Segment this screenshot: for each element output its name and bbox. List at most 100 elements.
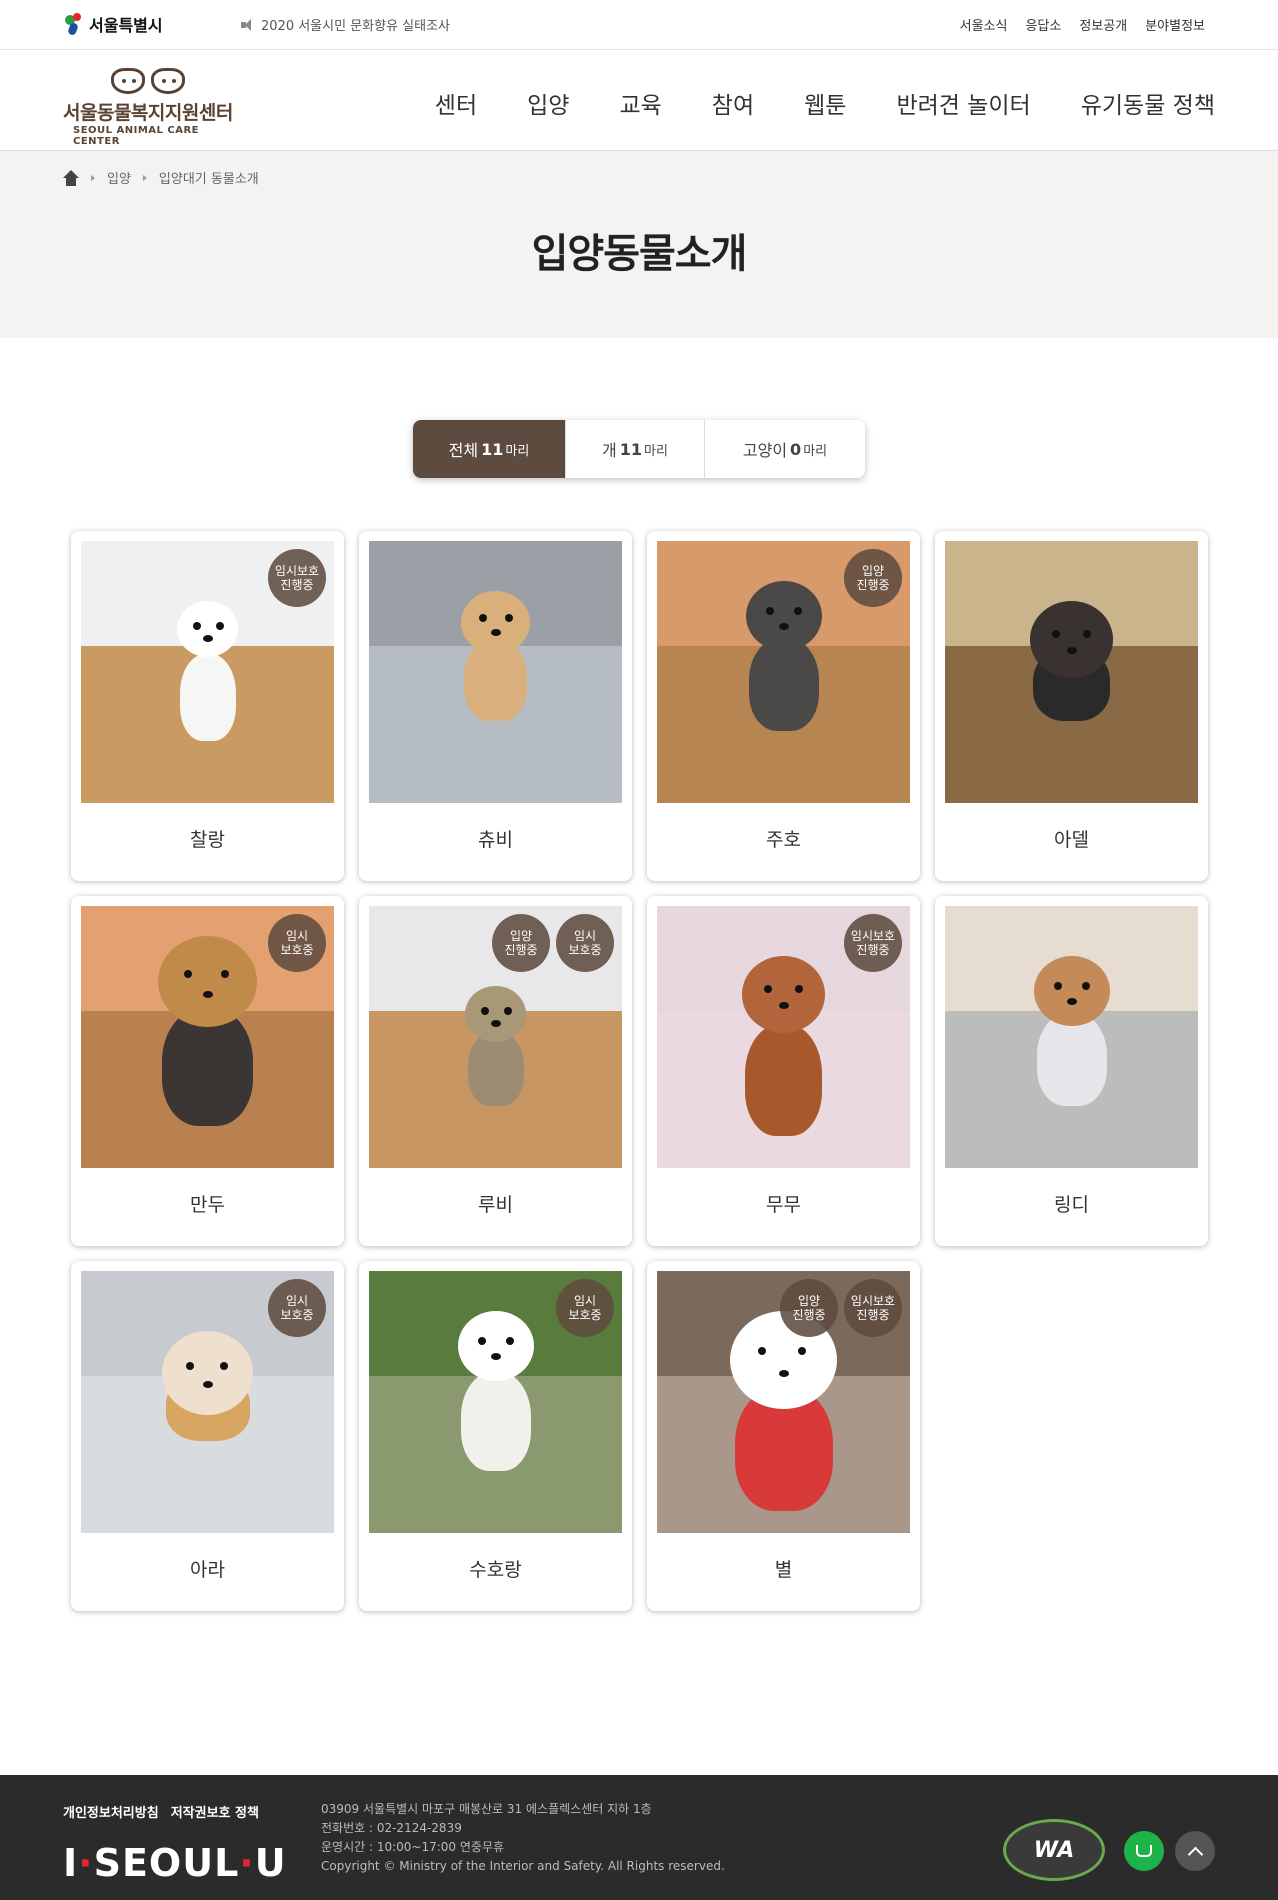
speaker-icon: [241, 18, 255, 31]
animal-name[interactable]: 츄비: [369, 825, 622, 852]
scroll-top-button[interactable]: [1175, 1831, 1215, 1871]
animal-card[interactable]: 임시 보호중수호랑: [359, 1261, 632, 1611]
tab-all[interactable]: 전체 11 마리: [413, 420, 566, 478]
animal-card[interactable]: 아델: [935, 531, 1208, 881]
footer-phone: 전화번호 : 02-2124-2839: [321, 1821, 462, 1835]
nav-dog-park[interactable]: 반려견 놀이터: [896, 86, 1030, 120]
animal-figure: [729, 956, 839, 1136]
animal-figure: [734, 581, 834, 731]
seoul-logo-text: 서울특별시: [89, 16, 163, 35]
tab-label: 개: [602, 441, 617, 460]
tab-unit: 마리: [803, 443, 828, 459]
animal-name[interactable]: 만두: [81, 1190, 334, 1217]
status-badges: 임시보호 진행중: [268, 549, 326, 607]
logo-eng: SEOUL ANIMAL CARE CENTER: [73, 125, 199, 147]
animal-photo[interactable]: [945, 906, 1198, 1168]
seoul-logo-icon: [63, 13, 85, 37]
status-badges: 입양 진행중 임시보호 진행중: [780, 1279, 902, 1337]
animal-card[interactable]: 임시보호 진행중찰랑: [71, 531, 344, 881]
animal-card[interactable]: 츄비: [359, 531, 632, 881]
status-badge: 임시보호 진행중: [268, 549, 326, 607]
animal-figure: [714, 1311, 854, 1511]
status-badge: 임시보호 진행중: [844, 914, 902, 972]
breadcrumb-arrow-icon: [91, 174, 95, 181]
animal-card[interactable]: 입양 진행중 임시보호 진행중별: [647, 1261, 920, 1611]
page-title-section: 입양 입양대기 동물소개 입양동물소개: [0, 151, 1278, 338]
logo-animals-icon: [111, 68, 243, 96]
nav-adoption[interactable]: 입양: [527, 86, 569, 120]
animal-name[interactable]: 아델: [945, 825, 1198, 852]
animal-card[interactable]: 임시 보호중만두: [71, 896, 344, 1246]
tab-label: 전체: [448, 441, 479, 460]
animal-figure: [1022, 956, 1122, 1106]
status-badge: 입양 진행중: [780, 1279, 838, 1337]
animal-name[interactable]: 루비: [369, 1190, 622, 1217]
tab-dog[interactable]: 개 11 마리: [566, 420, 705, 478]
logo-name: 서울동물복지지원센터: [63, 102, 233, 124]
seoul-logo[interactable]: 서울특별시: [63, 12, 163, 37]
animal-name[interactable]: 아라: [81, 1555, 334, 1582]
animal-photo[interactable]: 임시 보호중: [81, 906, 334, 1168]
animal-photo[interactable]: [945, 541, 1198, 803]
status-badges: 임시 보호중: [556, 1279, 614, 1337]
animal-card[interactable]: 입양 진행중주호: [647, 531, 920, 881]
status-badges: 입양 진행중 임시 보호중: [492, 914, 614, 972]
footer-info: 03909 서울특별시 마포구 매봉산로 31 에스플렉스센터 지하 1층 전화…: [321, 1800, 725, 1876]
animal-photo[interactable]: [369, 541, 622, 803]
utility-links: 서울소식 응답소 정보공개 분야별정보: [960, 15, 1205, 34]
animal-name[interactable]: 수호랑: [369, 1555, 622, 1582]
footer-hours: 운영시간 : 10:00~17:00 연중무휴: [321, 1840, 505, 1854]
main-nav: 센터 입양 교육 참여 웹툰 반려견 놀이터 유기동물 정책: [435, 86, 1215, 120]
animal-photo[interactable]: 입양 진행중 임시보호 진행중: [657, 1271, 910, 1533]
util-link-news[interactable]: 서울소식: [960, 15, 1008, 34]
animal-figure: [451, 591, 541, 721]
copyright-policy-link[interactable]: 저작권보호 정책: [171, 1802, 259, 1821]
center-logo[interactable]: 서울동물복지지원센터 SEOUL ANIMAL CARE CENTER: [63, 68, 243, 147]
animal-photo[interactable]: 임시 보호중: [81, 1271, 334, 1533]
nav-webtoon[interactable]: 웹툰: [804, 86, 846, 120]
animal-photo[interactable]: 임시 보호중: [369, 1271, 622, 1533]
status-badge: 임시 보호중: [268, 1279, 326, 1337]
animal-name[interactable]: 링디: [945, 1190, 1198, 1217]
notice-text: 2020 서울시민 문화향유 실태조사: [261, 19, 451, 34]
animal-name[interactable]: 주호: [657, 825, 910, 852]
site-footer: 개인정보처리방침 저작권보호 정책 I·SEOUL·U 03909 서울특별시 …: [0, 1775, 1278, 1900]
status-badges: 임시 보호중: [268, 914, 326, 972]
brand-seoul: SEOUL: [93, 1841, 240, 1885]
web-accessibility-mark[interactable]: WA: [1003, 1819, 1105, 1881]
breadcrumb-current[interactable]: 입양대기 동물소개: [159, 168, 259, 187]
status-badges: 입양 진행중: [844, 549, 902, 607]
animal-card[interactable]: 입양 진행중 임시 보호중루비: [359, 896, 632, 1246]
animal-card[interactable]: 임시보호 진행중무무: [647, 896, 920, 1246]
status-badge: 임시보호 진행중: [844, 1279, 902, 1337]
notice[interactable]: 2020 서울시민 문화향유 실태조사: [241, 15, 450, 34]
animal-name[interactable]: 무무: [657, 1190, 910, 1217]
nav-participation[interactable]: 참여: [712, 86, 754, 120]
home-icon[interactable]: [63, 169, 79, 186]
nav-center[interactable]: 센터: [435, 86, 477, 120]
cup-icon[interactable]: [1124, 1831, 1164, 1871]
animal-filter-tabs: 전체 11 마리 개 11 마리 고양이 0 마리: [413, 420, 865, 478]
animal-name[interactable]: 찰랑: [81, 825, 334, 852]
util-link-fields[interactable]: 분야별정보: [1145, 15, 1205, 34]
animal-card[interactable]: 링디: [935, 896, 1208, 1246]
animal-photo[interactable]: 입양 진행중: [657, 541, 910, 803]
animal-photo[interactable]: 입양 진행중 임시 보호중: [369, 906, 622, 1168]
animal-card[interactable]: 임시 보호중아라: [71, 1261, 344, 1611]
util-link-response[interactable]: 응답소: [1025, 15, 1061, 34]
breadcrumb-adoption[interactable]: 입양: [107, 168, 131, 187]
tab-label: 고양이: [742, 441, 788, 460]
tab-cat[interactable]: 고양이 0 마리: [705, 420, 865, 478]
status-badge: 임시 보호중: [556, 1279, 614, 1337]
privacy-policy-link[interactable]: 개인정보처리방침: [63, 1802, 159, 1821]
animal-photo[interactable]: 임시보호 진행중: [81, 541, 334, 803]
footer-links: 개인정보처리방침 저작권보호 정책: [63, 1802, 259, 1821]
animal-photo[interactable]: 임시보호 진행중: [657, 906, 910, 1168]
tab-count: 11: [481, 439, 504, 459]
brand-u: U: [254, 1841, 287, 1885]
nav-education[interactable]: 교육: [619, 86, 661, 120]
site-header: 서울동물복지지원센터 SEOUL ANIMAL CARE CENTER 센터 입…: [0, 50, 1278, 151]
animal-name[interactable]: 별: [657, 1555, 910, 1582]
nav-policy[interactable]: 유기동물 정책: [1081, 86, 1215, 120]
util-link-info[interactable]: 정보공개: [1079, 15, 1127, 34]
